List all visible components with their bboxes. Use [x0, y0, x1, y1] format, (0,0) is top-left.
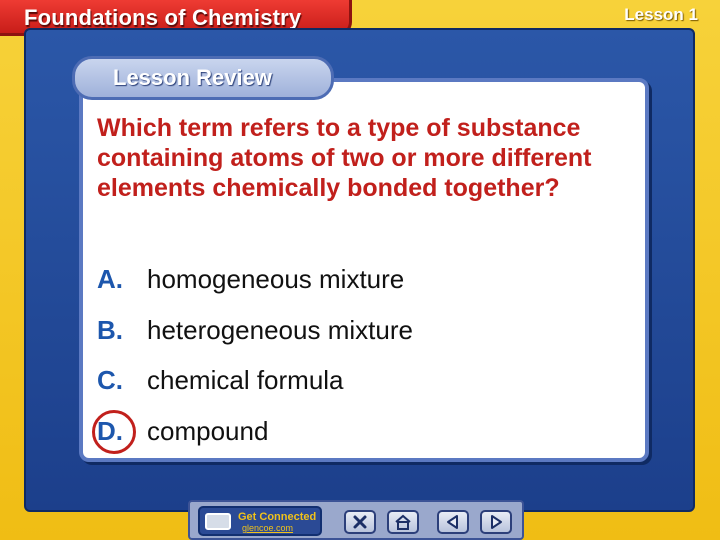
close-button[interactable] [344, 510, 376, 534]
get-connected-button[interactable]: Get Connected glencoe.com [198, 506, 322, 536]
answer-text: heterogeneous mixture [147, 314, 413, 345]
computer-icon [205, 513, 231, 530]
correct-answer-circle [92, 410, 136, 454]
home-icon [395, 514, 411, 530]
answer-text: homogeneous mixture [147, 263, 405, 294]
answer-option-c[interactable]: C. chemical formula [97, 363, 344, 397]
get-connected-link[interactable]: glencoe.com [242, 523, 293, 533]
answer-option-b[interactable]: B. heterogeneous mixture [97, 313, 413, 347]
get-connected-title: Get Connected [238, 511, 317, 523]
lesson-label: Lesson 1 [624, 5, 698, 24]
previous-button[interactable] [437, 510, 469, 534]
answer-text: chemical formula [147, 364, 344, 395]
next-button[interactable] [480, 510, 512, 534]
lesson-review-label: Lesson Review [113, 65, 272, 90]
answer-letter: C. [97, 364, 123, 395]
lesson-review-tab: Lesson Review [72, 56, 334, 100]
home-button[interactable] [387, 510, 419, 534]
question-text: Which term refers to a type of substance… [97, 114, 592, 202]
answer-letter: B. [97, 314, 123, 345]
close-icon [353, 515, 367, 529]
answer-letter: A. [97, 263, 123, 294]
answer-text: compound [147, 415, 269, 446]
prev-arrow-icon [447, 515, 458, 529]
answer-option-a[interactable]: A. homogeneous mixture [97, 262, 404, 296]
next-arrow-icon [491, 515, 502, 529]
